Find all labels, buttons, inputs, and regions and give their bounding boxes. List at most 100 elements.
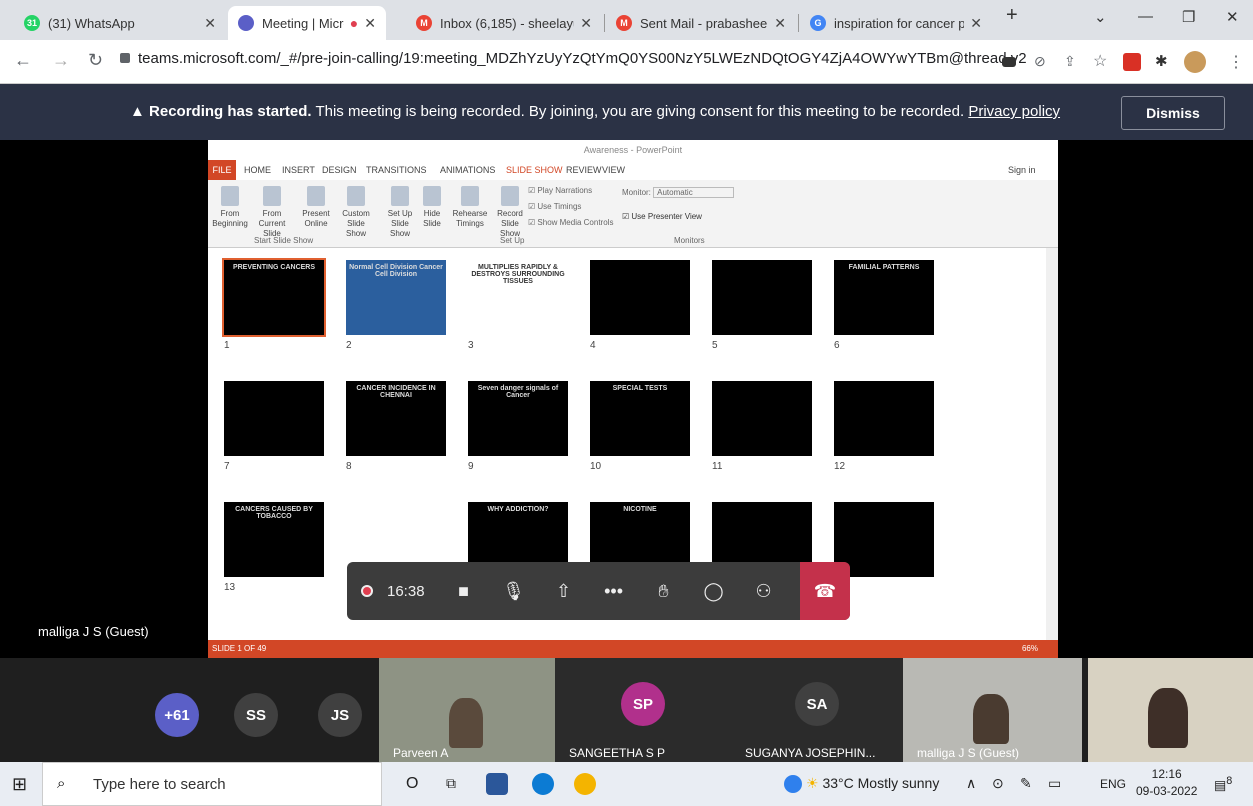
avatar[interactable]: SS xyxy=(234,693,278,737)
slide-thumbnail[interactable] xyxy=(834,381,934,456)
share-button[interactable]: ⇧ xyxy=(539,562,589,620)
close-icon[interactable]: ✕ xyxy=(774,15,786,32)
participant-tile[interactable]: malliga J S (Guest) xyxy=(903,658,1082,762)
people-icon: ⚇ xyxy=(755,580,772,601)
close-icon[interactable]: ✕ xyxy=(204,15,216,32)
camera-icon[interactable] xyxy=(1002,57,1016,67)
language-indicator[interactable]: ENG xyxy=(1100,777,1126,791)
recording-bold: Recording has started. xyxy=(149,103,312,120)
hide-icon xyxy=(423,186,441,206)
tray-chevron-icon[interactable]: ∧ xyxy=(966,775,976,792)
puzzle-icon[interactable]: ✱ xyxy=(1155,52,1168,70)
slide-thumbnail[interactable] xyxy=(712,260,812,335)
help-icon[interactable] xyxy=(784,775,802,793)
tab-teams-meeting[interactable]: Meeting | Microsoft Te ● ✕ xyxy=(228,6,386,40)
slide-thumbnail[interactable]: CANCER INCIDENCE IN CHENNAI xyxy=(346,381,446,456)
network-icon[interactable]: ▭ xyxy=(1048,775,1061,792)
chat-icon: ◯ xyxy=(703,580,724,601)
forward-icon[interactable]: → xyxy=(52,50,70,71)
chrome-icon[interactable] xyxy=(574,773,596,795)
use-timings: ☑ Use Timings xyxy=(528,202,582,211)
ppt-tab: VIEW xyxy=(602,165,626,175)
participants-button[interactable]: ⚇ xyxy=(739,562,789,620)
slide-title: Seven danger signals of Cancer xyxy=(477,385,559,399)
slide-thumbnail[interactable]: FAMILIAL PATTERNS xyxy=(834,260,934,335)
presenter-view: ☑ Use Presenter View xyxy=(622,212,702,221)
slide-thumbnail[interactable]: SPECIAL TESTS xyxy=(590,381,690,456)
tab-whatsapp[interactable]: 31 (31) WhatsApp ✕ xyxy=(14,6,226,40)
task-view-icon[interactable]: ⧉ xyxy=(446,775,456,792)
avatar: SP xyxy=(621,682,665,726)
profile-avatar[interactable] xyxy=(1184,51,1206,73)
ribbon-group-label: Start Slide Show xyxy=(254,236,314,245)
weather-widget[interactable]: ☀︎ 33°C Mostly sunny xyxy=(806,775,939,792)
meeting-stage: Awareness - PowerPoint FILE HOME INSERT … xyxy=(0,140,1253,658)
slide-title: CANCERS CAUSED BY TOBACCO xyxy=(235,506,313,520)
slide-thumbnail[interactable] xyxy=(224,381,324,456)
from-beginning: From Beginning xyxy=(212,186,248,229)
chevron-down-icon[interactable]: ⌄ xyxy=(1094,8,1107,26)
slide-number: 6 xyxy=(834,340,840,351)
slide-thumbnail[interactable] xyxy=(712,381,812,456)
slide-thumbnail[interactable]: CANCERS CAUSED BY TOBACCO xyxy=(224,502,324,577)
chat-button[interactable]: ◯ xyxy=(689,562,739,620)
reload-icon[interactable]: ↻ xyxy=(88,50,103,71)
participant-tile[interactable] xyxy=(1088,658,1253,762)
word-icon[interactable] xyxy=(486,773,508,795)
slide-thumbnail[interactable]: MULTIPLIES RAPIDLY & DESTROYS SURROUNDIN… xyxy=(468,260,568,335)
avatar[interactable]: JS xyxy=(318,693,362,737)
overflow-count[interactable]: +61 xyxy=(155,693,199,737)
mic-button[interactable]: 🎙︎ xyxy=(489,562,539,620)
maximize-icon[interactable]: ❐ xyxy=(1182,8,1195,26)
notification-icon[interactable]: ▤8 xyxy=(1214,775,1232,793)
slide-number: 7 xyxy=(224,461,230,472)
eye-off-icon[interactable]: ⊘ xyxy=(1034,53,1046,70)
monitor-value: Automatic xyxy=(653,187,734,198)
ppt-tab: TRANSITIONS xyxy=(366,165,427,175)
dismiss-button[interactable]: Dismiss xyxy=(1121,96,1225,130)
phone-icon: ☎︎ xyxy=(813,580,837,601)
new-tab-button[interactable]: + xyxy=(1006,4,1018,27)
slide-number: 12 xyxy=(834,461,846,472)
cortana-icon[interactable]: O xyxy=(406,775,418,793)
back-icon[interactable]: ← xyxy=(14,50,32,71)
edge-icon[interactable] xyxy=(532,773,554,795)
slide-title: NICOTINE xyxy=(623,506,657,513)
participant-tile[interactable]: SP SANGEETHA S P xyxy=(555,658,731,762)
participant-tile[interactable]: Parveen A xyxy=(379,658,555,762)
windows-start-icon[interactable]: ⊞ xyxy=(12,774,27,795)
share-icon[interactable]: ⇪ xyxy=(1064,53,1076,70)
privacy-policy-link[interactable]: Privacy policy xyxy=(968,103,1060,120)
hang-up-button[interactable]: ☎︎ xyxy=(800,562,850,620)
slide-thumbnail[interactable]: Normal Cell Division Cancer Cell Divisio… xyxy=(346,260,446,335)
star-icon[interactable]: ☆ xyxy=(1093,51,1107,71)
tray-icon[interactable]: ⊙ xyxy=(992,775,1004,792)
slide-thumbnail[interactable] xyxy=(590,260,690,335)
tab-gmail-inbox[interactable]: M Inbox (6,185) - sheelayuv ✕ xyxy=(406,6,602,40)
more-button[interactable]: ••• xyxy=(589,562,639,620)
pen-icon[interactable]: ✎ xyxy=(1020,775,1032,792)
taskbar-search[interactable]: ⌕ Type here to search xyxy=(42,762,382,806)
url-field[interactable]: teams.microsoft.com/_#/pre-join-calling/… xyxy=(120,50,1027,67)
participant-tile[interactable]: SA SUGANYA JOSEPHIN... xyxy=(731,658,903,762)
camera-button[interactable]: ■ xyxy=(439,562,489,620)
more-icon: ••• xyxy=(604,580,623,601)
clock[interactable]: 12:16 09-03-2022 xyxy=(1136,766,1197,800)
zoom-level: 66% xyxy=(1021,644,1038,653)
browser-tab-bar: 31 (31) WhatsApp ✕ Meeting | Microsoft T… xyxy=(0,0,1253,40)
minimize-icon[interactable]: — xyxy=(1138,8,1153,25)
menu-icon[interactable]: ⋮ xyxy=(1228,52,1244,72)
tab-gmail-sent[interactable]: M Sent Mail - prabasheela@ ✕ xyxy=(606,6,796,40)
from-current: From Current Slide xyxy=(252,186,292,239)
slide-thumbnail[interactable]: PREVENTING CANCERS xyxy=(222,258,326,337)
monitor-select: Monitor: Automatic xyxy=(622,187,734,198)
slide-thumbnail[interactable]: Seven danger signals of Cancer xyxy=(468,381,568,456)
close-icon[interactable]: ✕ xyxy=(970,15,982,32)
extension-icon[interactable] xyxy=(1123,53,1141,71)
close-icon[interactable]: ✕ xyxy=(580,15,592,32)
window-close-icon[interactable]: ✕ xyxy=(1226,8,1239,26)
raise-hand-button[interactable]: ✋︎ xyxy=(639,562,689,620)
call-timer: 16:38 xyxy=(387,582,425,600)
tab-google-search[interactable]: G inspiration for cancer pati ✕ xyxy=(800,6,992,40)
close-icon[interactable]: ✕ xyxy=(364,15,376,32)
